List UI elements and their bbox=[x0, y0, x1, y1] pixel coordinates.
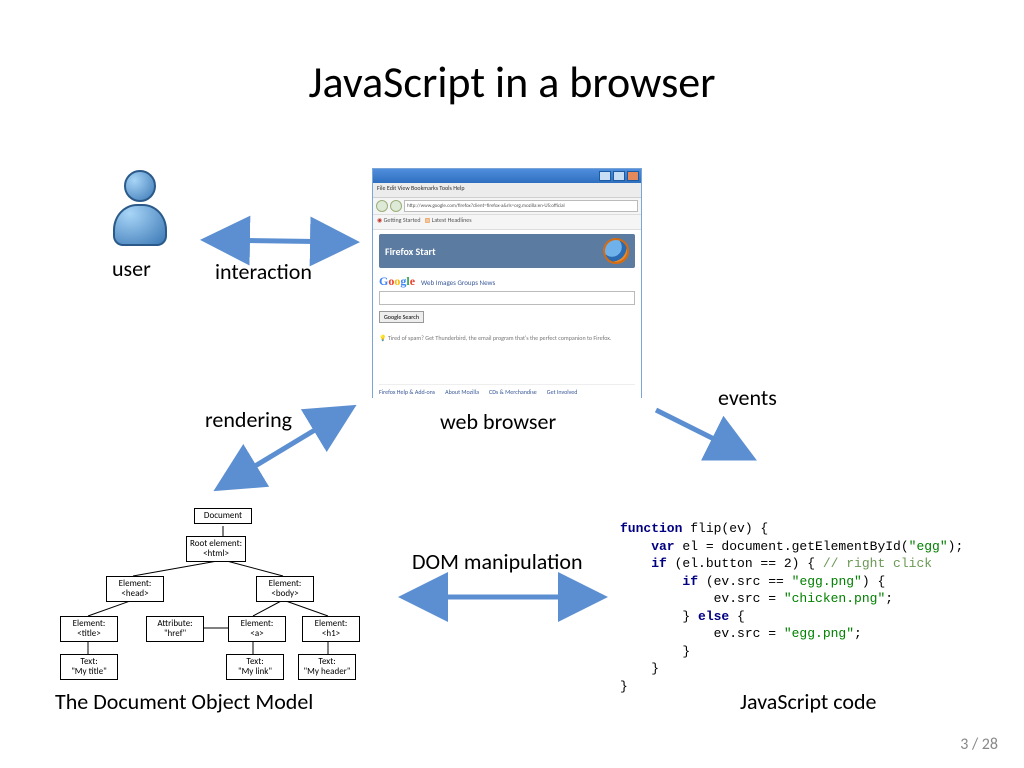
label-js-caption: JavaScript code bbox=[740, 688, 877, 715]
google-logo-icon: Google bbox=[379, 274, 415, 289]
user-icon bbox=[110, 170, 170, 245]
browser-titlebar bbox=[373, 169, 641, 183]
dom-node-attr-href: Attribute: "href" bbox=[146, 616, 204, 642]
dom-node-text-header: Text: "My header" bbox=[298, 654, 356, 680]
back-icon bbox=[376, 200, 388, 212]
banner-text: Firefox Start bbox=[385, 245, 436, 258]
label-interaction: interaction bbox=[215, 258, 312, 285]
dom-node-text-title: Text: "My title" bbox=[60, 654, 118, 680]
bookmarks-bar: ◉ Getting Started ▧ Latest Headlines bbox=[373, 215, 641, 230]
url-bar: http://www.google.com/firefox?client=fir… bbox=[404, 200, 638, 212]
dom-node-root: Root element: <html> bbox=[186, 536, 246, 562]
maximize-icon bbox=[613, 171, 625, 181]
arrow-dom-manipulation bbox=[398, 585, 608, 609]
dom-node-body: Element: <body> bbox=[256, 576, 314, 602]
google-search-button: Google Search bbox=[379, 311, 424, 323]
label-dom-caption: The Document Object Model bbox=[55, 688, 313, 715]
label-rendering: rendering bbox=[205, 406, 292, 433]
browser-thumbnail: File Edit View Bookmarks Tools Help http… bbox=[372, 168, 642, 398]
close-icon bbox=[627, 171, 639, 181]
code-block: function flip(ev) { var el = document.ge… bbox=[620, 520, 1000, 695]
label-dom-manipulation: DOM manipulation bbox=[412, 548, 583, 575]
dom-node-text-link: Text: "My link" bbox=[226, 654, 284, 680]
tip-text: 💡 Tired of spam? Get Thunderbird, the em… bbox=[379, 334, 635, 342]
label-web-browser: web browser bbox=[440, 408, 556, 435]
browser-content: Firefox Start Google Web Images Groups N… bbox=[373, 230, 641, 400]
label-events: events bbox=[718, 384, 777, 411]
forward-icon bbox=[390, 200, 402, 212]
dom-node-h1: Element: <h1> bbox=[302, 616, 360, 642]
dom-node-title: Element: <title> bbox=[60, 616, 118, 642]
arrow-interaction bbox=[200, 220, 360, 260]
browser-toolbar: http://www.google.com/firefox?client=fir… bbox=[373, 198, 641, 215]
bookmark-headlines: Latest Headlines bbox=[432, 216, 472, 224]
search-box bbox=[379, 291, 635, 305]
dom-node-head: Element: <head> bbox=[106, 576, 164, 602]
page-number: 3 / 28 bbox=[960, 735, 998, 754]
browser-menubar: File Edit View Bookmarks Tools Help bbox=[373, 183, 641, 198]
dom-node-a: Element: <a> bbox=[228, 616, 286, 642]
bookmark-getting-started: Getting Started bbox=[384, 216, 421, 224]
firefox-logo-icon bbox=[603, 238, 629, 264]
dom-tree: Document Root element: <html> Element: <… bbox=[28, 508, 368, 683]
google-tabs: Web Images Groups News bbox=[421, 278, 495, 287]
slide-title: JavaScript in a browser bbox=[0, 55, 1024, 109]
label-user: user bbox=[112, 255, 151, 282]
minimize-icon bbox=[599, 171, 611, 181]
firefox-start-banner: Firefox Start bbox=[379, 234, 635, 268]
slide: JavaScript in a browser user interaction… bbox=[0, 0, 1024, 768]
dom-node-document: Document bbox=[194, 508, 252, 524]
footer-links: Firefox Help & Add-ons About Mozilla CDs… bbox=[379, 384, 635, 396]
